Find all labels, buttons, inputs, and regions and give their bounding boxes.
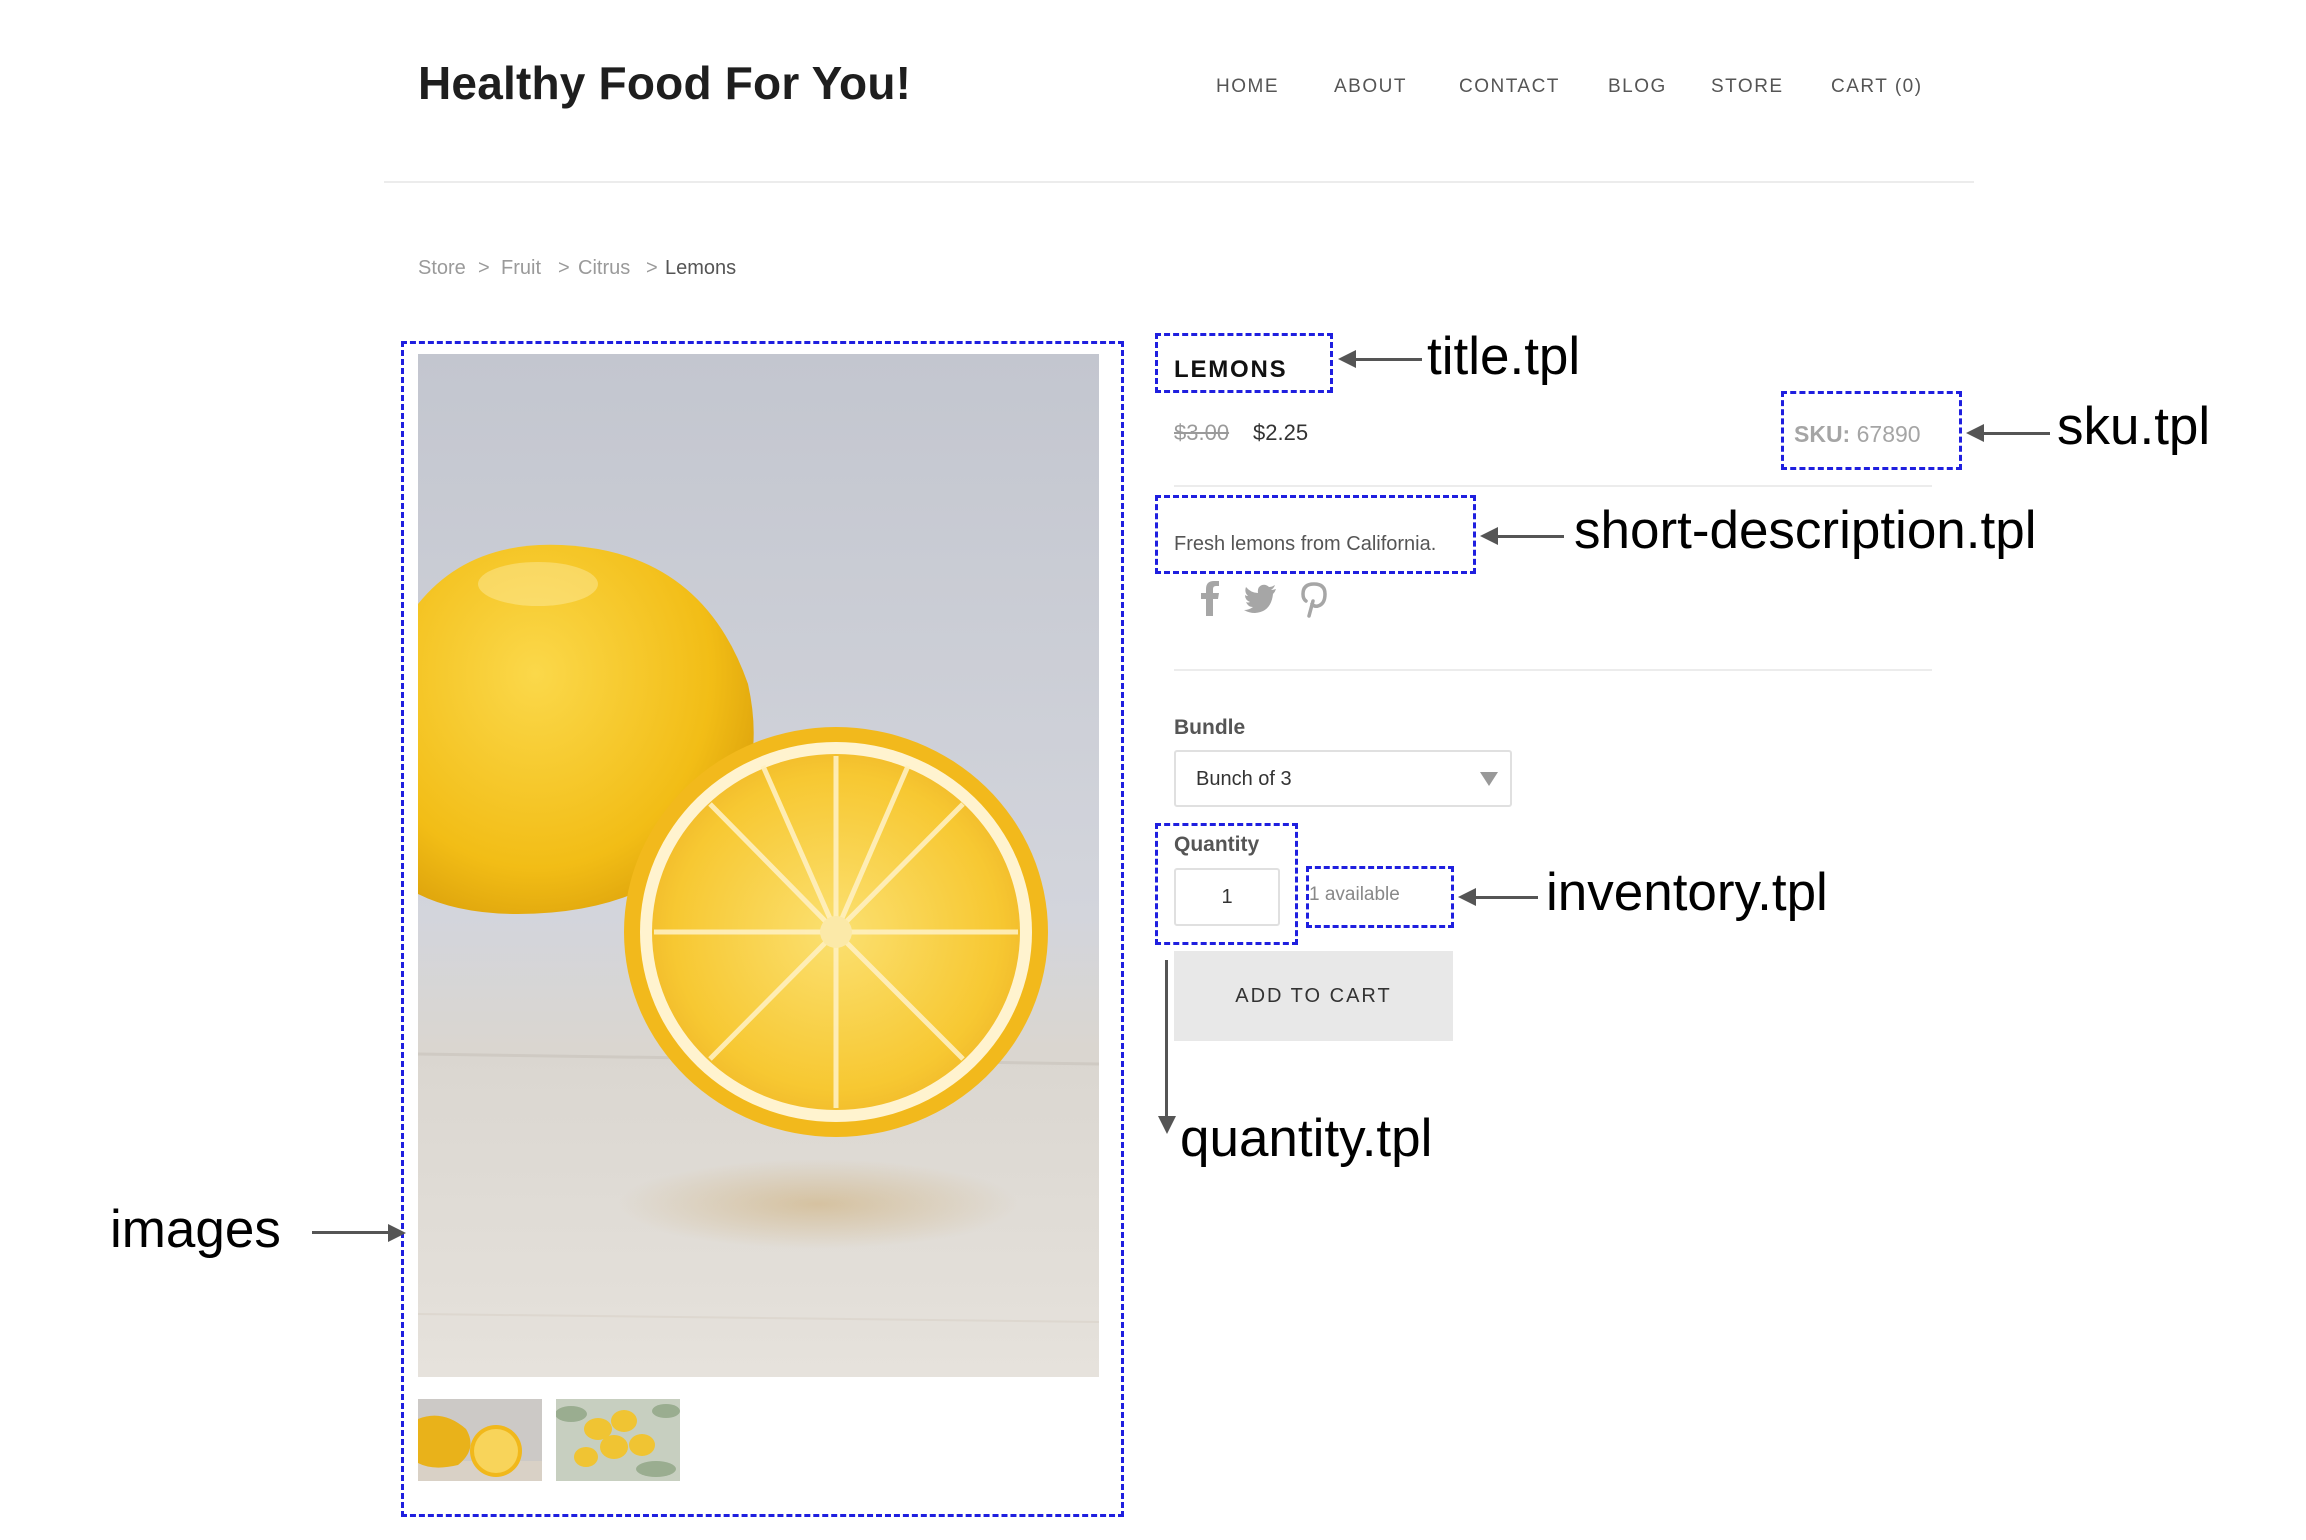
original-price: $3.00	[1174, 420, 1230, 445]
nav-blog[interactable]: BLOG	[1608, 76, 1667, 98]
arrow-right-icon	[388, 1224, 406, 1242]
title-annotation-box	[1155, 333, 1333, 393]
site-title[interactable]: Healthy Food For You!	[418, 56, 911, 110]
nav-cart[interactable]: CART (0)	[1831, 76, 1923, 98]
twitter-icon[interactable]	[1244, 580, 1278, 618]
breadcrumb-separator: >	[478, 257, 490, 279]
breadcrumb-fruit[interactable]: Fruit	[501, 257, 541, 280]
pinterest-icon[interactable]	[1297, 580, 1331, 618]
nav-store[interactable]: STORE	[1711, 76, 1784, 98]
title-annotation-label: title.tpl	[1427, 327, 1581, 386]
title-arrow-line	[1354, 358, 1422, 361]
sku-arrow-line	[1982, 432, 2050, 435]
nav-home[interactable]: HOME	[1216, 76, 1279, 98]
breadcrumb-current: Lemons	[665, 257, 737, 279]
bundle-label: Bundle	[1174, 716, 1246, 739]
quantity-annotation-label: quantity.tpl	[1180, 1109, 1433, 1168]
short-description-arrow-line	[1496, 535, 1564, 538]
nav-contact[interactable]: CONTACT	[1459, 76, 1560, 98]
quantity-annotation-box	[1155, 823, 1298, 945]
facebook-icon[interactable]	[1193, 580, 1227, 618]
images-annotation-box	[401, 341, 1124, 1517]
inventory-arrow-line	[1474, 896, 1538, 899]
inventory-annotation-box	[1306, 866, 1454, 928]
sale-price: $2.25	[1253, 420, 1309, 445]
add-to-cart-button[interactable]: ADD TO CART	[1174, 951, 1453, 1041]
bundle-select[interactable]: Bunch of 3	[1174, 750, 1512, 807]
chevron-down-icon	[1480, 772, 1498, 786]
short-description-annotation-label: short-description.tpl	[1574, 501, 2037, 560]
images-arrow-line	[312, 1231, 392, 1234]
sku-annotation-box	[1781, 391, 1962, 470]
divider	[1174, 669, 1932, 671]
nav-about[interactable]: ABOUT	[1334, 76, 1407, 98]
quantity-arrow-line	[1165, 960, 1168, 1120]
breadcrumb-separator: >	[558, 257, 570, 279]
sku-annotation-label: sku.tpl	[2057, 397, 2211, 456]
breadcrumb-citrus[interactable]: Citrus	[578, 257, 630, 280]
arrow-down-icon	[1158, 1116, 1176, 1134]
bundle-selected-value: Bunch of 3	[1196, 768, 1292, 790]
breadcrumb-store[interactable]: Store	[418, 257, 466, 280]
images-annotation-label: images	[110, 1200, 281, 1259]
divider	[1174, 485, 1932, 487]
header-divider	[384, 181, 1974, 183]
breadcrumb-separator: >	[646, 257, 658, 279]
inventory-annotation-label: inventory.tpl	[1546, 863, 1828, 922]
short-description-annotation-box	[1155, 495, 1476, 574]
